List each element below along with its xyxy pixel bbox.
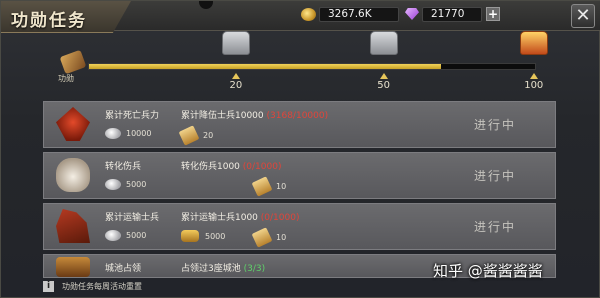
watermark: 知乎 @酱酱酱酱 — [433, 262, 543, 280]
city-icon — [56, 257, 90, 277]
reward-silver: 5000 — [105, 230, 146, 241]
menu-knob-icon — [199, 1, 213, 9]
quest-condition: 占领过3座城池 (3/3) — [181, 261, 265, 274]
gold-bag-icon — [181, 230, 199, 242]
reward-amount: 20 — [203, 131, 214, 140]
quest-progress: (3/3) — [243, 264, 266, 274]
cavalry-horse-icon — [56, 209, 90, 243]
quest-progress: (3168/10000) — [266, 111, 329, 121]
progress-track — [88, 63, 536, 70]
milestone-label: 100 — [524, 80, 544, 91]
reward-amount: 10000 — [126, 129, 152, 138]
gem-resource: 21770 + — [405, 5, 500, 23]
merit-scroll-icon — [178, 125, 200, 146]
silver-icon — [105, 128, 121, 139]
quest-progress: (0/1000) — [242, 162, 282, 172]
quest-condition-text: 转化伤兵1000 — [181, 162, 240, 172]
reward-amount: 5000 — [126, 180, 147, 189]
quest-title: 累计运输士兵 — [105, 213, 160, 223]
gem-value: 21770 — [422, 6, 482, 22]
merit-scroll-icon — [251, 227, 273, 248]
quest-title: 城池占领 — [105, 264, 142, 274]
silver-icon — [105, 230, 121, 241]
info-icon: i — [43, 280, 54, 292]
reward-amount: 5000 — [126, 231, 147, 240]
quest-status: 进行中 — [474, 118, 517, 132]
quest-condition: 累计降伍士兵10000 (3168/10000) — [181, 108, 328, 121]
purple-gem-icon — [405, 8, 419, 20]
merit-progress: 功勋 20 50 100 — [56, 31, 556, 93]
quest-row[interactable]: 累计死亡兵力 累计降伍士兵10000 (3168/10000) 10000 20… — [43, 101, 556, 148]
progress-fill — [89, 64, 442, 69]
quest-condition: 转化伤兵1000 (0/1000) — [181, 159, 281, 172]
reward-scroll: 20 — [178, 125, 214, 146]
quest-status: 进行中 — [474, 220, 517, 234]
quest-condition: 累计运输士兵1000 (0/1000) — [181, 210, 299, 223]
gold-resource: 3267.6K — [301, 5, 399, 23]
reward-silver: 5000 — [105, 179, 146, 190]
milestone-marker — [529, 73, 538, 79]
top-bar: 功勋任务 3267.6K 21770 + ✕ — [1, 1, 600, 33]
silver-chest-icon[interactable] — [369, 31, 398, 55]
medicine-jar-icon — [56, 158, 90, 192]
reward-silver: 10000 — [105, 128, 151, 139]
milestone-label: 20 — [229, 80, 243, 91]
quest-title: 累计死亡兵力 — [105, 111, 160, 121]
merit-label: 功勋 — [58, 74, 74, 83]
quest-list: 累计死亡兵力 累计降伍士兵10000 (3168/10000) 10000 20… — [43, 101, 556, 282]
milestone-label: 50 — [377, 80, 391, 91]
quest-title: 转化伤兵 — [105, 162, 142, 172]
reward-scroll: 10 — [251, 176, 287, 197]
gold-chest-icon[interactable] — [519, 31, 548, 55]
quest-row[interactable]: 累计运输士兵 累计运输士兵1000 (0/1000) 5000 5000 10 … — [43, 203, 556, 250]
silver-chest-icon[interactable] — [221, 31, 250, 55]
reward-amount: 5000 — [205, 231, 226, 241]
quest-status: 进行中 — [474, 169, 517, 183]
quest-panel: 功勋任务 3267.6K 21770 + ✕ 功勋 20 50 100 累计死亡兵力… — [0, 0, 600, 298]
gold-value: 3267.6K — [319, 6, 399, 22]
reward-amount: 10 — [276, 182, 287, 191]
reward-amount: 10 — [276, 233, 287, 242]
quest-row[interactable]: 转化伤兵 转化伤兵1000 (0/1000) 5000 10 进行中 — [43, 152, 556, 199]
reward-scroll: 10 — [251, 227, 287, 248]
add-gems-button[interactable]: + — [486, 7, 500, 21]
quest-condition-text: 累计降伍士兵10000 — [181, 111, 264, 121]
silver-icon — [105, 179, 121, 190]
quest-condition-text: 占领过3座城池 — [181, 264, 241, 274]
window-title: 功勋任务 — [11, 11, 87, 31]
reward-gold-bag: 5000 — [181, 230, 225, 242]
merit-scroll-icon — [59, 49, 87, 75]
merit-scroll-icon — [251, 176, 273, 197]
quest-progress: (0/1000) — [260, 213, 300, 223]
quest-condition-text: 累计运输士兵1000 — [181, 213, 258, 223]
gold-ingot-icon — [301, 7, 316, 21]
close-button[interactable]: ✕ — [571, 4, 595, 28]
fallen-troops-icon — [56, 107, 90, 141]
milestone-marker — [379, 73, 388, 79]
milestone-marker — [231, 73, 240, 79]
footer-text: 功勋任务每周活动重置 — [62, 281, 142, 291]
